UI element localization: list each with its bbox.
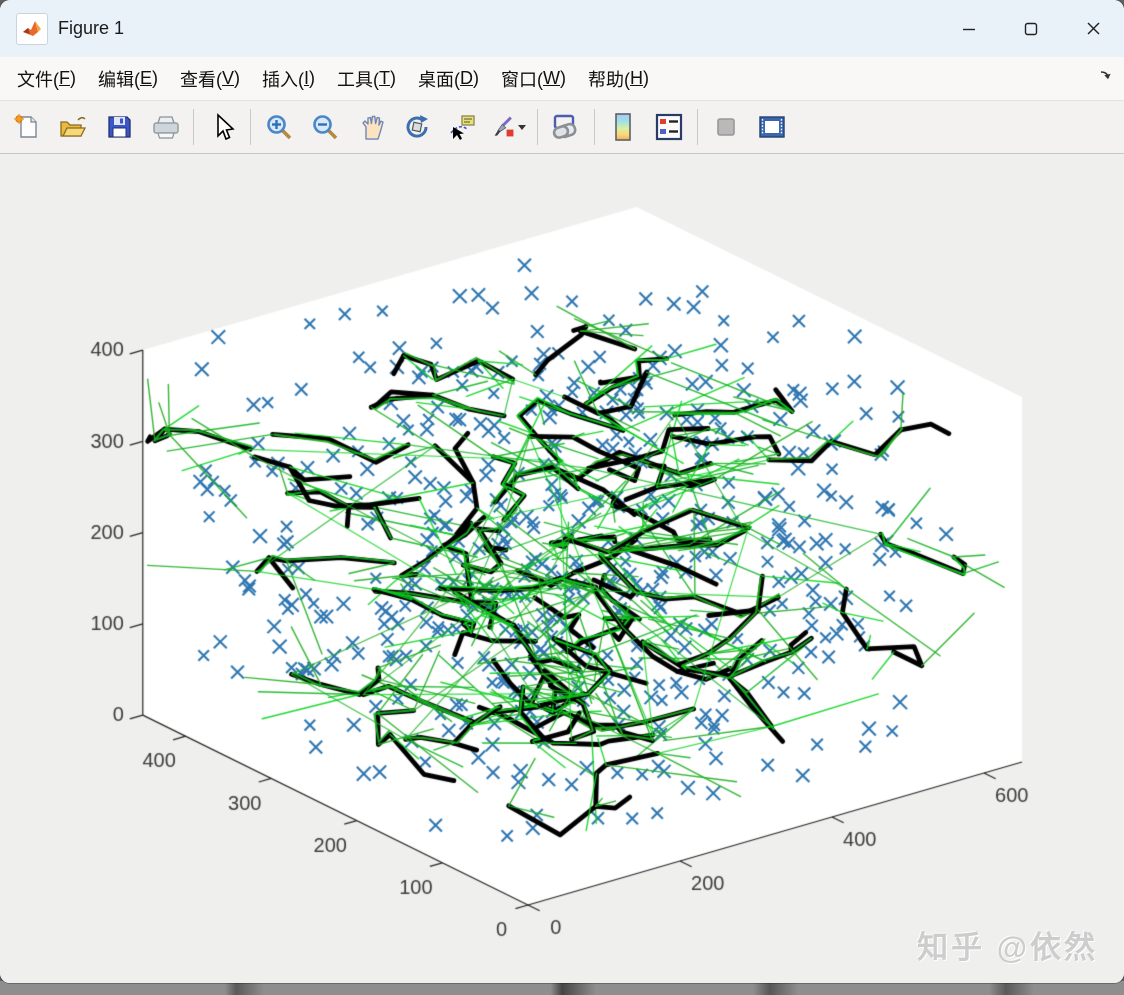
menu-window[interactable]: 窗口(W): [490, 57, 577, 100]
data-cursor-icon: [450, 115, 475, 140]
menu-help[interactable]: 帮助(H): [577, 57, 660, 100]
matlab-figure-window: Figure 1 文件(F) 编辑(E) 查看(V) 插入(I) 工具(T) 桌…: [0, 0, 1124, 983]
watermark-text: 知乎 @依然: [917, 930, 1098, 965]
legend-icon: [655, 113, 683, 141]
save-icon: [108, 116, 131, 138]
menu-insert-label: 插入(: [262, 69, 305, 90]
desktop-background: Figure 1 文件(F) 编辑(E) 查看(V) 插入(I) 工具(T) 桌…: [0, 0, 1124, 995]
figure-toolbar: [0, 101, 1124, 154]
edit-cursor-button[interactable]: [199, 106, 245, 148]
menu-tools-label: 工具(: [337, 69, 380, 90]
zoom-in-icon: [267, 115, 292, 140]
figure-canvas-area: 知乎 @依然: [0, 154, 1124, 983]
menu-tools[interactable]: 工具(T): [326, 57, 407, 100]
brush-dropdown-caret[interactable]: [518, 124, 526, 130]
open-file-button[interactable]: [50, 106, 96, 148]
data-cursor-button[interactable]: [440, 106, 486, 148]
colorbar-icon: [615, 113, 631, 141]
minimize-icon: [963, 28, 975, 30]
menu-view[interactable]: 查看(V): [169, 57, 251, 100]
print-icon: [153, 116, 179, 139]
close-icon: [1087, 22, 1099, 35]
plot-tools-off-button: [703, 106, 749, 148]
matlab-logo-icon: [16, 12, 48, 45]
arrow-cursor-icon: [217, 113, 235, 141]
window-title: Figure 1: [58, 18, 125, 38]
menu-file[interactable]: 文件(F): [6, 57, 87, 100]
rotate-3d-button[interactable]: [394, 106, 440, 148]
link-plots-icon: [552, 114, 577, 139]
link-plots-button[interactable]: [543, 106, 589, 148]
close-button[interactable]: [1062, 0, 1124, 57]
menu-bar: 文件(F) 编辑(E) 查看(V) 插入(I) 工具(T) 桌面(D) 窗口(W…: [0, 57, 1124, 101]
menu-window-label: 窗口(: [501, 69, 544, 90]
zoom-out-button[interactable]: [302, 106, 348, 148]
insert-colorbar-button[interactable]: [600, 106, 646, 148]
zoom-out-icon: [313, 115, 338, 140]
menu-file-label: 文件(: [17, 69, 59, 90]
toolbar-separator: [537, 109, 538, 145]
dock-figure-button[interactable]: [749, 106, 795, 148]
menu-edit-label: 编辑(: [98, 69, 140, 90]
taskbar-sliver: [0, 981, 1124, 995]
menu-help-label: 帮助(: [588, 69, 631, 90]
dock-arrow-icon[interactable]: [1098, 67, 1114, 88]
pan-hand-button[interactable]: [348, 106, 394, 148]
save-figure-button[interactable]: [96, 106, 142, 148]
menu-desktop-label: 桌面(: [418, 69, 461, 90]
plot-canvas-3d[interactable]: [0, 154, 1124, 983]
plot-tools-off-icon: [717, 118, 735, 136]
title-bar[interactable]: Figure 1: [0, 0, 1124, 57]
menu-insert[interactable]: 插入(I): [251, 57, 326, 100]
brush-icon: [494, 116, 514, 137]
minimize-button[interactable]: [938, 0, 1000, 57]
dock-figure-icon: [759, 116, 785, 138]
toolbar-separator: [250, 109, 251, 145]
maximize-icon: [1024, 22, 1038, 35]
maximize-button[interactable]: [1000, 0, 1062, 57]
new-figure-icon: [14, 114, 37, 138]
toolbar-separator: [193, 109, 194, 145]
pan-hand-icon: [362, 115, 384, 140]
insert-legend-button[interactable]: [646, 106, 692, 148]
menu-edit[interactable]: 编辑(E): [87, 57, 169, 100]
print-figure-button[interactable]: [142, 106, 188, 148]
brush-data-button[interactable]: [486, 106, 532, 148]
menu-view-label: 查看(: [180, 69, 223, 90]
open-file-icon: [60, 116, 87, 137]
toolbar-separator: [594, 109, 595, 145]
zoom-in-button[interactable]: [256, 106, 302, 148]
menu-desktop[interactable]: 桌面(D): [407, 57, 490, 100]
new-figure-button[interactable]: [4, 106, 50, 148]
rotate-3d-icon: [406, 115, 428, 138]
toolbar-separator: [697, 109, 698, 145]
